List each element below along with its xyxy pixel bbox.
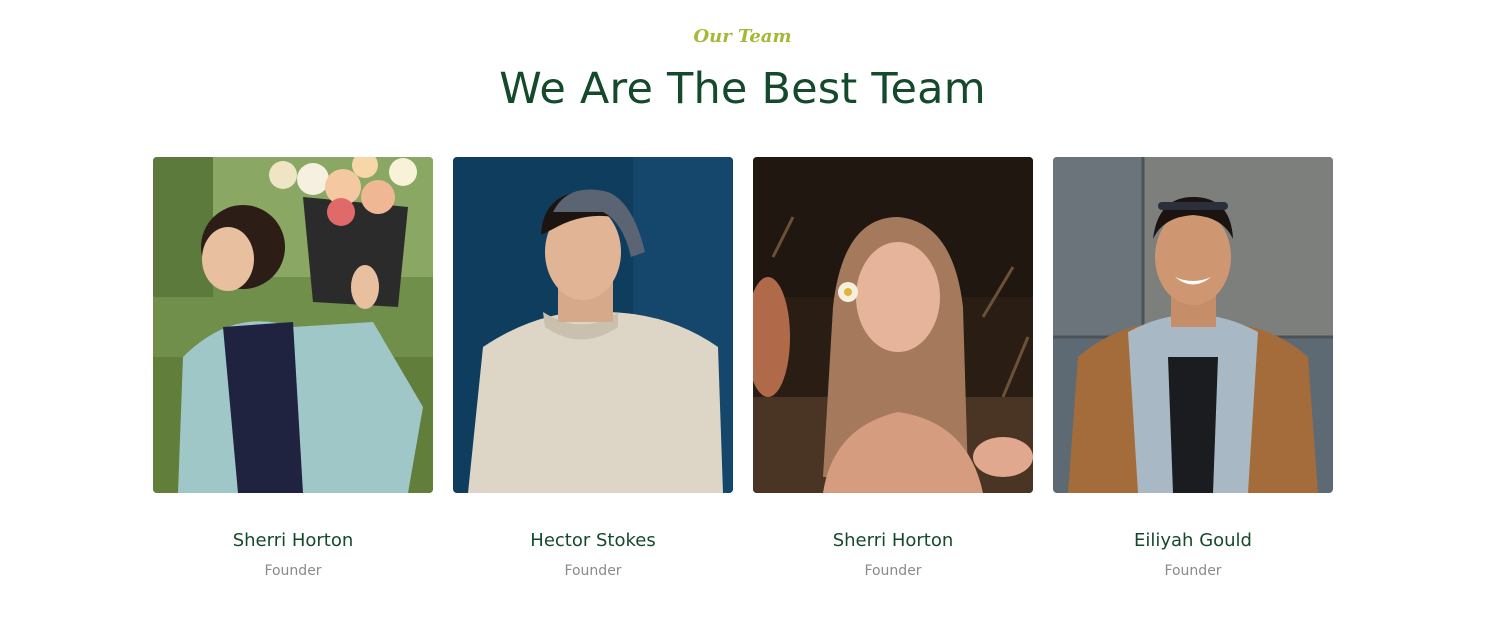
- team-section: Our Team We Are The Best Team Sherri Hor…: [0, 0, 1508, 629]
- team-card[interactable]: Hector Stokes Founder: [453, 157, 733, 579]
- team-member-photo[interactable]: [153, 157, 433, 493]
- woman-with-flower-bucket-photo: [153, 157, 433, 493]
- section-eyebrow: Our Team: [693, 26, 792, 47]
- member-name[interactable]: Sherri Horton: [153, 530, 433, 551]
- team-cards: Sherri Horton Founder Hector Stokes Foun…: [153, 157, 1333, 579]
- team-member-photo[interactable]: [453, 157, 733, 493]
- team-member-photo[interactable]: [753, 157, 1033, 493]
- team-member-photo[interactable]: [1053, 157, 1333, 493]
- member-name[interactable]: Sherri Horton: [753, 530, 1033, 551]
- team-card[interactable]: Eiliyah Gould Founder: [1053, 157, 1333, 579]
- member-role: Founder: [564, 563, 622, 579]
- man-in-cap-photo: [453, 157, 733, 493]
- woman-in-field-photo: [753, 157, 1033, 493]
- team-card[interactable]: Sherri Horton Founder: [153, 157, 433, 579]
- team-card[interactable]: Sherri Horton Founder: [753, 157, 1033, 579]
- member-role: Founder: [864, 563, 922, 579]
- member-name[interactable]: Eiliyah Gould: [1053, 530, 1333, 551]
- section-title: We Are The Best Team: [499, 64, 986, 114]
- member-role: Founder: [1164, 563, 1222, 579]
- member-name[interactable]: Hector Stokes: [453, 530, 733, 551]
- smiling-man-jacket-photo: [1053, 157, 1333, 493]
- member-role: Founder: [264, 563, 322, 579]
